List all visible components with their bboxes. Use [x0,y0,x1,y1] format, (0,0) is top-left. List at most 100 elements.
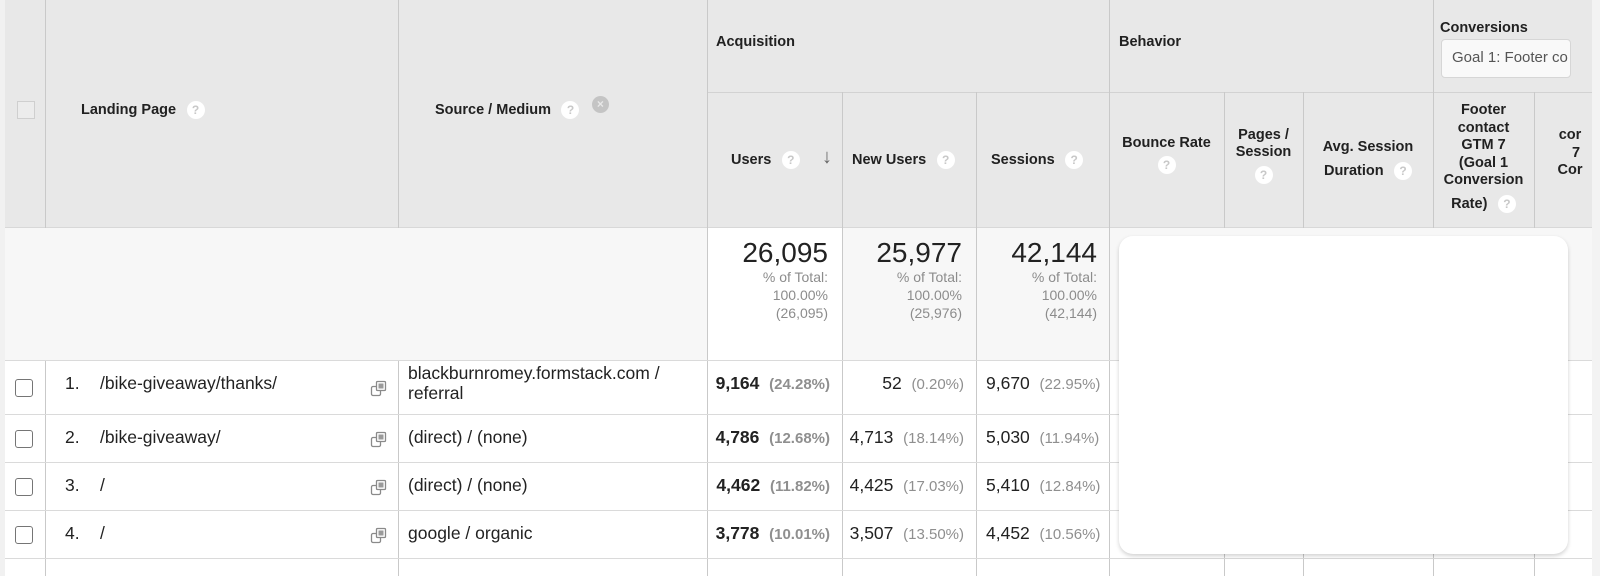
new-users-pct: (18.14%) [903,430,964,447]
total-sessions: 42,144 % of Total: 100.00% (42,144) [977,228,1109,361]
total-pct-label: % of Total: [762,269,828,285]
help-icon[interactable]: ? [1157,156,1176,174]
row-index: 4. [65,523,80,543]
bounce-rate-column-header[interactable]: Bounce Rate ? [1109,135,1224,174]
new-users-header-label: New Users [852,152,927,169]
goal-completions-header-label: Cor [1557,162,1583,178]
conversions-group-label: Conversions [1440,20,1528,36]
row-index: 1. [65,373,80,393]
help-icon[interactable]: ? [781,151,800,169]
goal-rate-header-label: contact [1457,119,1510,136]
goal-completions-header-label: 7 [1571,144,1581,161]
goal-rate-header-label: (Goal 1 [1458,154,1509,171]
bounce-rate-header-label: Bounce Rate [1122,135,1211,151]
row-index: 2. [65,427,80,447]
help-icon[interactable]: ? [1497,194,1516,213]
source-medium-text: blackburnromey.formstack.com / [408,363,660,383]
landing-page-header-label: Landing Page [81,102,177,119]
landing-page-header[interactable]: Landing Page ? [81,101,205,119]
remove-dimension-icon[interactable]: × [591,96,609,114]
total-new-users-value: 25,977 [876,237,962,268]
avg-session-header-label: Avg. Session [1322,139,1414,155]
pages-session-column-header[interactable]: Pages / Session ? [1224,127,1303,184]
new-users-column-header[interactable]: New Users ? [852,151,955,169]
users-cell: 4,462 (11.82%) [708,475,842,496]
source-medium-cell: (direct) / (none) [408,427,528,447]
users-pct: (10.01%) [769,526,830,543]
source-medium-text: google / organic [408,523,533,543]
row-checkbox[interactable] [15,526,33,544]
goal-rate-header-label: Rate) [1451,195,1488,212]
sessions-pct: (10.56%) [1039,526,1101,543]
sessions-cell: 9,670 (22.95%) [986,373,1100,394]
avg-session-header-label: Duration [1323,163,1384,179]
total-new-users-of: (25,976) [909,305,962,321]
sessions-value: 9,670 [986,373,1030,393]
open-link-icon[interactable] [370,527,388,545]
avg-session-duration-column-header[interactable]: Avg. Session Duration ? [1303,135,1433,183]
new-users-cell: 3,507 (13.50%) [843,523,976,544]
help-icon[interactable]: ? [561,101,580,119]
users-column-header[interactable]: Users ? [731,151,800,169]
new-users-pct: (0.20%) [911,376,964,393]
sessions-cell: 5,030 (11.94%) [986,427,1099,448]
users-cell: 9,164 (24.28%) [708,373,842,394]
users-pct: (24.28%) [769,376,830,393]
total-sessions-of: (42,144) [1044,305,1097,321]
source-medium-header[interactable]: Source / Medium ? × [435,96,609,119]
source-medium-text: (direct) / (none) [408,475,528,495]
landing-page-link[interactable]: / [100,523,105,544]
new-users-cell: 4,713 (18.14%) [843,427,976,448]
sessions-pct: (11.94%) [1039,430,1100,447]
select-all-checkbox[interactable] [17,101,35,119]
goal-rate-header-label: Footer [1460,102,1507,118]
source-medium-text: (direct) / (none) [408,427,528,447]
users-value: 4,786 [715,427,760,447]
help-icon[interactable]: ? [186,101,205,119]
sessions-column-header[interactable]: Sessions ? [991,151,1084,169]
total-sessions-value: 42,144 [1011,237,1097,268]
pages-session-header-label: Pages / [1238,127,1289,143]
users-value: 4,462 [716,475,761,495]
new-users-cell: 52 (0.20%) [843,373,976,394]
landing-page-link[interactable]: /bike-giveaway/ [100,427,221,448]
table-header [5,0,1592,228]
acquisition-group-label: Acquisition [716,34,795,50]
conversion-goal-dropdown[interactable]: Goal 1: Footer co [1441,39,1571,78]
row-checkbox[interactable] [15,430,33,448]
sessions-pct: (22.95%) [1039,376,1101,393]
sessions-header-label: Sessions [991,152,1055,169]
new-users-value: 3,507 [849,523,894,543]
total-users-of: (26,095) [775,305,828,321]
totals-row-dimensions [5,228,707,361]
help-icon[interactable]: ? [1254,166,1273,184]
total-pct-label: % of Total: [896,269,962,285]
users-value: 9,164 [715,373,760,393]
sort-descending-icon[interactable]: ↓ [822,146,832,169]
open-link-icon[interactable] [370,431,388,449]
source-medium-header-label: Source / Medium [435,102,552,119]
new-users-pct: (17.03%) [903,478,964,495]
goal-conversion-rate-column-header[interactable]: Footer contact GTM 7 (Goal 1 Conversion … [1433,102,1534,213]
landing-page-link[interactable]: /bike-giveaway/thanks/ [100,373,277,394]
popup-card[interactable] [1119,236,1568,554]
total-new-users: 25,977 % of Total: 100.00% (25,976) [843,228,976,361]
total-new-users-pct: 100.00% [906,287,962,303]
open-link-icon[interactable] [370,380,388,398]
source-medium-cell: (direct) / (none) [408,475,528,495]
users-pct: (11.82%) [769,478,830,495]
pages-session-header-label: Session [1235,144,1292,160]
help-icon[interactable]: ? [1394,161,1413,180]
row-checkbox[interactable] [15,379,33,397]
landing-page-link[interactable]: / [100,475,105,496]
help-icon[interactable]: ? [936,151,955,169]
total-sessions-pct: 100.00% [1041,287,1097,303]
help-icon[interactable]: ? [1065,151,1084,169]
total-users-value: 26,095 [742,237,828,268]
row-checkbox[interactable] [15,478,33,496]
sessions-value: 4,452 [986,523,1030,543]
sessions-value: 5,410 [986,475,1030,495]
open-link-icon[interactable] [370,479,388,497]
row-divider [5,558,1592,559]
goal-completions-column-header[interactable]: cor 7 Cor [1534,127,1592,180]
